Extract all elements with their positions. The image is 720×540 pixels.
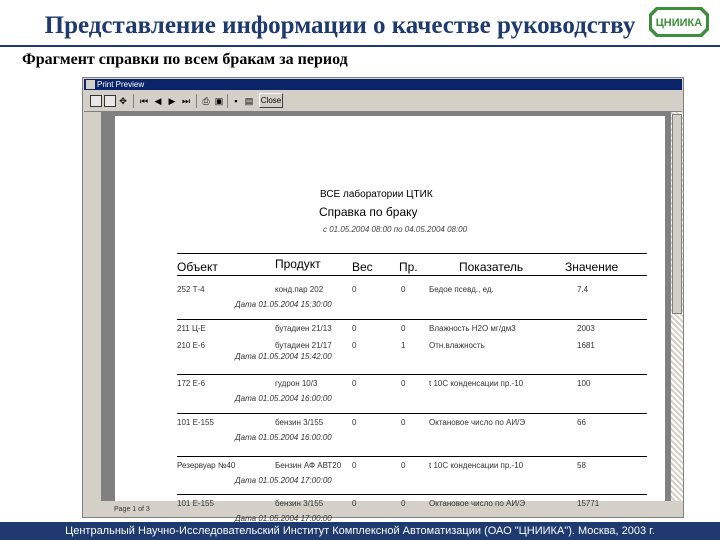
toolbar-separator <box>133 94 134 108</box>
row-cell-p: 0 <box>401 324 406 333</box>
row-cell-obj: 210 Е-6 <box>177 341 206 350</box>
window-title: Print Preview <box>97 80 145 89</box>
col-header-weight: Вес <box>352 260 373 274</box>
row-cell-obj: 101 Е-155 <box>177 418 214 427</box>
row-cell-ind: Отн.влажность <box>429 341 485 350</box>
row-cell-p: 0 <box>401 418 406 427</box>
title-divider <box>0 45 720 47</box>
row-cell-w: 0 <box>352 418 357 427</box>
save-icon[interactable]: ▪ <box>230 95 242 107</box>
toolbar-separator <box>227 94 228 108</box>
status-bar: Page 1 of 3 <box>84 502 682 517</box>
row-cell-p: 0 <box>401 379 406 388</box>
report-title: Справка по браку <box>319 205 418 219</box>
close-button[interactable]: Close <box>259 93 283 108</box>
row-cell-val: 100 <box>577 379 591 388</box>
row-divider <box>177 456 647 457</box>
row-cell-ind: Влажность H2O мг/дм3 <box>429 324 516 333</box>
row-date: Дата 01.05.2004 16:00:00 <box>235 433 332 442</box>
preview-area: ВСЕ лаборатории ЦТИК Справка по браку с … <box>101 112 671 523</box>
row-cell-w: 0 <box>352 285 357 294</box>
row-cell-ind: Октановое число по АИ/Э <box>429 418 526 427</box>
window-titlebar[interactable]: Print Preview <box>84 79 682 90</box>
row-cell-w: 0 <box>352 461 357 470</box>
page-width-icon[interactable] <box>104 95 116 107</box>
col-header-indicator: Показатель <box>459 260 524 274</box>
whole-page-icon[interactable] <box>90 95 102 107</box>
col-header-product: Продукт <box>275 257 321 271</box>
row-cell-val: 66 <box>577 418 586 427</box>
col-header-value: Значение <box>565 260 619 274</box>
row-cell-ind: Бедое псевд., ед. <box>429 285 494 294</box>
row-cell-prod: бутадиен 21/13 <box>275 324 332 333</box>
row-divider <box>177 413 647 414</box>
report-period: с 01.05.2004 08:00 по 04.05.2004 08:00 <box>323 225 468 234</box>
row-cell-val: 1681 <box>577 341 595 350</box>
zoom-icon[interactable]: ✥ <box>117 95 129 107</box>
open-icon[interactable]: ▤ <box>243 95 255 107</box>
cniika-logo: ЦНИИКА <box>649 7 709 37</box>
header-bottom-rule <box>177 275 647 276</box>
col-header-pr: Пр. <box>399 260 418 274</box>
row-cell-val: 7.4 <box>577 285 589 294</box>
report-page: ВСЕ лаборатории ЦТИК Справка по браку с … <box>115 116 665 523</box>
row-divider <box>177 494 647 495</box>
row-divider <box>177 374 647 375</box>
toolbar-separator <box>196 94 197 108</box>
preview-toolbar: ✥ ⏮ ◀ ▶ ⏭ ⎙ ▣ ▪ ▤ Close <box>84 91 682 112</box>
row-cell-w: 0 <box>352 324 357 333</box>
slide-subtitle: Фрагмент справки по всем бракам за перио… <box>22 51 348 68</box>
row-cell-obj: Резервуар №40 <box>177 461 236 470</box>
row-cell-prod: бутадиен 21/17 <box>275 341 332 350</box>
scrollbar-thumb[interactable] <box>672 114 682 314</box>
row-date: Дата 01.05.2004 15:42:00 <box>235 352 332 361</box>
row-cell-w: 0 <box>352 341 357 350</box>
row-cell-prod: конд.пар 202 <box>275 285 324 294</box>
row-cell-p: 0 <box>401 461 406 470</box>
row-cell-w: 0 <box>352 379 357 388</box>
row-cell-obj: 252 Т-4 <box>177 285 205 294</box>
app-icon <box>86 80 95 89</box>
vertical-scrollbar[interactable] <box>671 112 683 501</box>
row-cell-prod: гудрон 10/3 <box>275 379 318 388</box>
next-page-icon[interactable]: ▶ <box>166 95 178 107</box>
prev-page-icon[interactable]: ◀ <box>152 95 164 107</box>
row-cell-prod: бензин 3/155 <box>275 418 324 427</box>
page-count-status: Page 1 of 3 <box>114 506 150 513</box>
row-date: Дата 01.05.2004 17:00:00 <box>235 476 332 485</box>
footer-text: Центральный Научно-Исследовательский Инс… <box>65 525 655 537</box>
print-icon[interactable]: ▣ <box>213 95 225 107</box>
row-divider <box>177 319 647 320</box>
row-cell-val: 58 <box>577 461 586 470</box>
row-date: Дата 01.05.2004 15:30:00 <box>235 300 332 309</box>
row-date: Дата 01.05.2004 16:00:00 <box>235 394 332 403</box>
logo-text: ЦНИИКА <box>656 17 703 29</box>
print-preview-window: Print Preview ✥ ⏮ ◀ ▶ ⏭ ⎙ ▣ ▪ ▤ Close ВС… <box>82 77 684 523</box>
row-cell-p: 0 <box>401 285 406 294</box>
print-setup-icon[interactable]: ⎙ <box>200 95 212 107</box>
report-lab: ВСЕ лаборатории ЦТИК <box>320 189 433 200</box>
slide-title: Представление информации о качестве руко… <box>44 12 636 39</box>
last-page-icon[interactable]: ⏭ <box>180 95 192 107</box>
footer-band: Центральный Научно-Исследовательский Инс… <box>0 522 720 540</box>
row-cell-ind: t 10С конденсации пр.-10 <box>429 379 524 388</box>
row-cell-p: 1 <box>401 341 406 350</box>
row-cell-obj: 172 Е-6 <box>177 379 206 388</box>
row-cell-obj: 211 Ц-Е <box>177 324 206 333</box>
header-top-rule <box>177 253 647 254</box>
col-header-object: Объект <box>177 260 218 274</box>
first-page-icon[interactable]: ⏮ <box>138 95 150 107</box>
row-cell-prod: Бензин АФ АВТ20 <box>275 461 342 470</box>
row-cell-val: 2003 <box>577 324 595 333</box>
row-cell-ind: t 10С конденсации пр.-10 <box>429 461 524 470</box>
